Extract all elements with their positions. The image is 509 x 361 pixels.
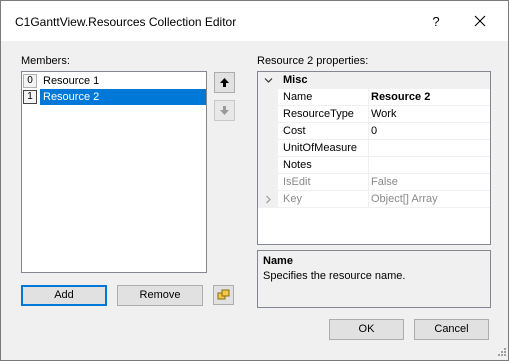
property-value[interactable]: 0 [369,123,490,140]
list-item[interactable]: 0 Resource 1 [22,73,206,89]
collection-editor-dialog: C1GanttView.Resources Collection Editor … [0,0,509,361]
move-up-button[interactable] [214,72,235,93]
member-name: Resource 1 [43,75,100,87]
property-value[interactable] [369,157,490,174]
move-down-button[interactable] [214,100,235,121]
property-row-cost[interactable]: Cost 0 [258,123,490,140]
member-index: 1 [23,90,37,104]
property-value: False [369,174,490,191]
list-item[interactable]: 1 Resource 2 [22,89,206,105]
description-text: Specifies the resource name. [263,270,406,282]
property-name: Key [278,191,369,208]
property-row-key[interactable]: Key Object[] Array [258,191,490,208]
help-button[interactable]: ? [419,9,453,35]
property-row-name[interactable]: Name Resource 2 [258,89,490,106]
property-name: IsEdit [278,174,369,191]
property-name: Cost [278,123,369,140]
members-label: Members: [21,55,70,67]
window-title: C1GanttView.Resources Collection Editor [15,15,237,29]
category-label: Misc [283,74,308,86]
category-misc[interactable]: Misc [258,72,490,89]
properties-label: Resource 2 properties: [257,55,369,67]
property-row-unitofmeasure[interactable]: UnitOfMeasure [258,140,490,157]
chevron-down-icon [264,78,273,83]
arrow-down-icon [220,106,229,115]
description-title: Name [263,255,293,267]
property-value[interactable]: Work [369,106,490,123]
close-icon [474,15,486,27]
arrow-up-icon [220,78,229,87]
members-list[interactable]: 0 Resource 1 1 Resource 2 [21,71,207,273]
property-row-resourcetype[interactable]: ResourceType Work [258,106,490,123]
resize-grip-icon[interactable] [497,347,507,357]
remove-button[interactable]: Remove [117,285,203,306]
property-name: ResourceType [278,106,369,123]
close-button[interactable] [463,9,497,35]
property-name: UnitOfMeasure [278,140,369,157]
title-bar: C1GanttView.Resources Collection Editor … [1,1,508,41]
member-name: Resource 2 [40,89,206,105]
property-value: Object[] Array [369,191,490,208]
ok-button[interactable]: OK [329,319,404,340]
property-value[interactable]: Resource 2 [369,89,490,106]
chevron-right-icon [266,195,271,204]
property-row-isedit[interactable]: IsEdit False [258,174,490,191]
add-button[interactable]: Add [21,285,107,306]
property-row-notes[interactable]: Notes [258,157,490,174]
expand-toggle[interactable] [258,191,278,208]
property-name: Name [278,89,369,106]
description-panel: Name Specifies the resource name. [257,250,491,308]
cancel-button[interactable]: Cancel [414,319,489,340]
copy-icon [217,289,230,300]
property-grid[interactable]: Misc Name Resource 2 ResourceType Work C… [257,71,491,245]
member-index: 0 [23,74,37,88]
copy-button[interactable] [213,285,234,305]
property-name: Notes [278,157,369,174]
property-value[interactable] [369,140,490,157]
